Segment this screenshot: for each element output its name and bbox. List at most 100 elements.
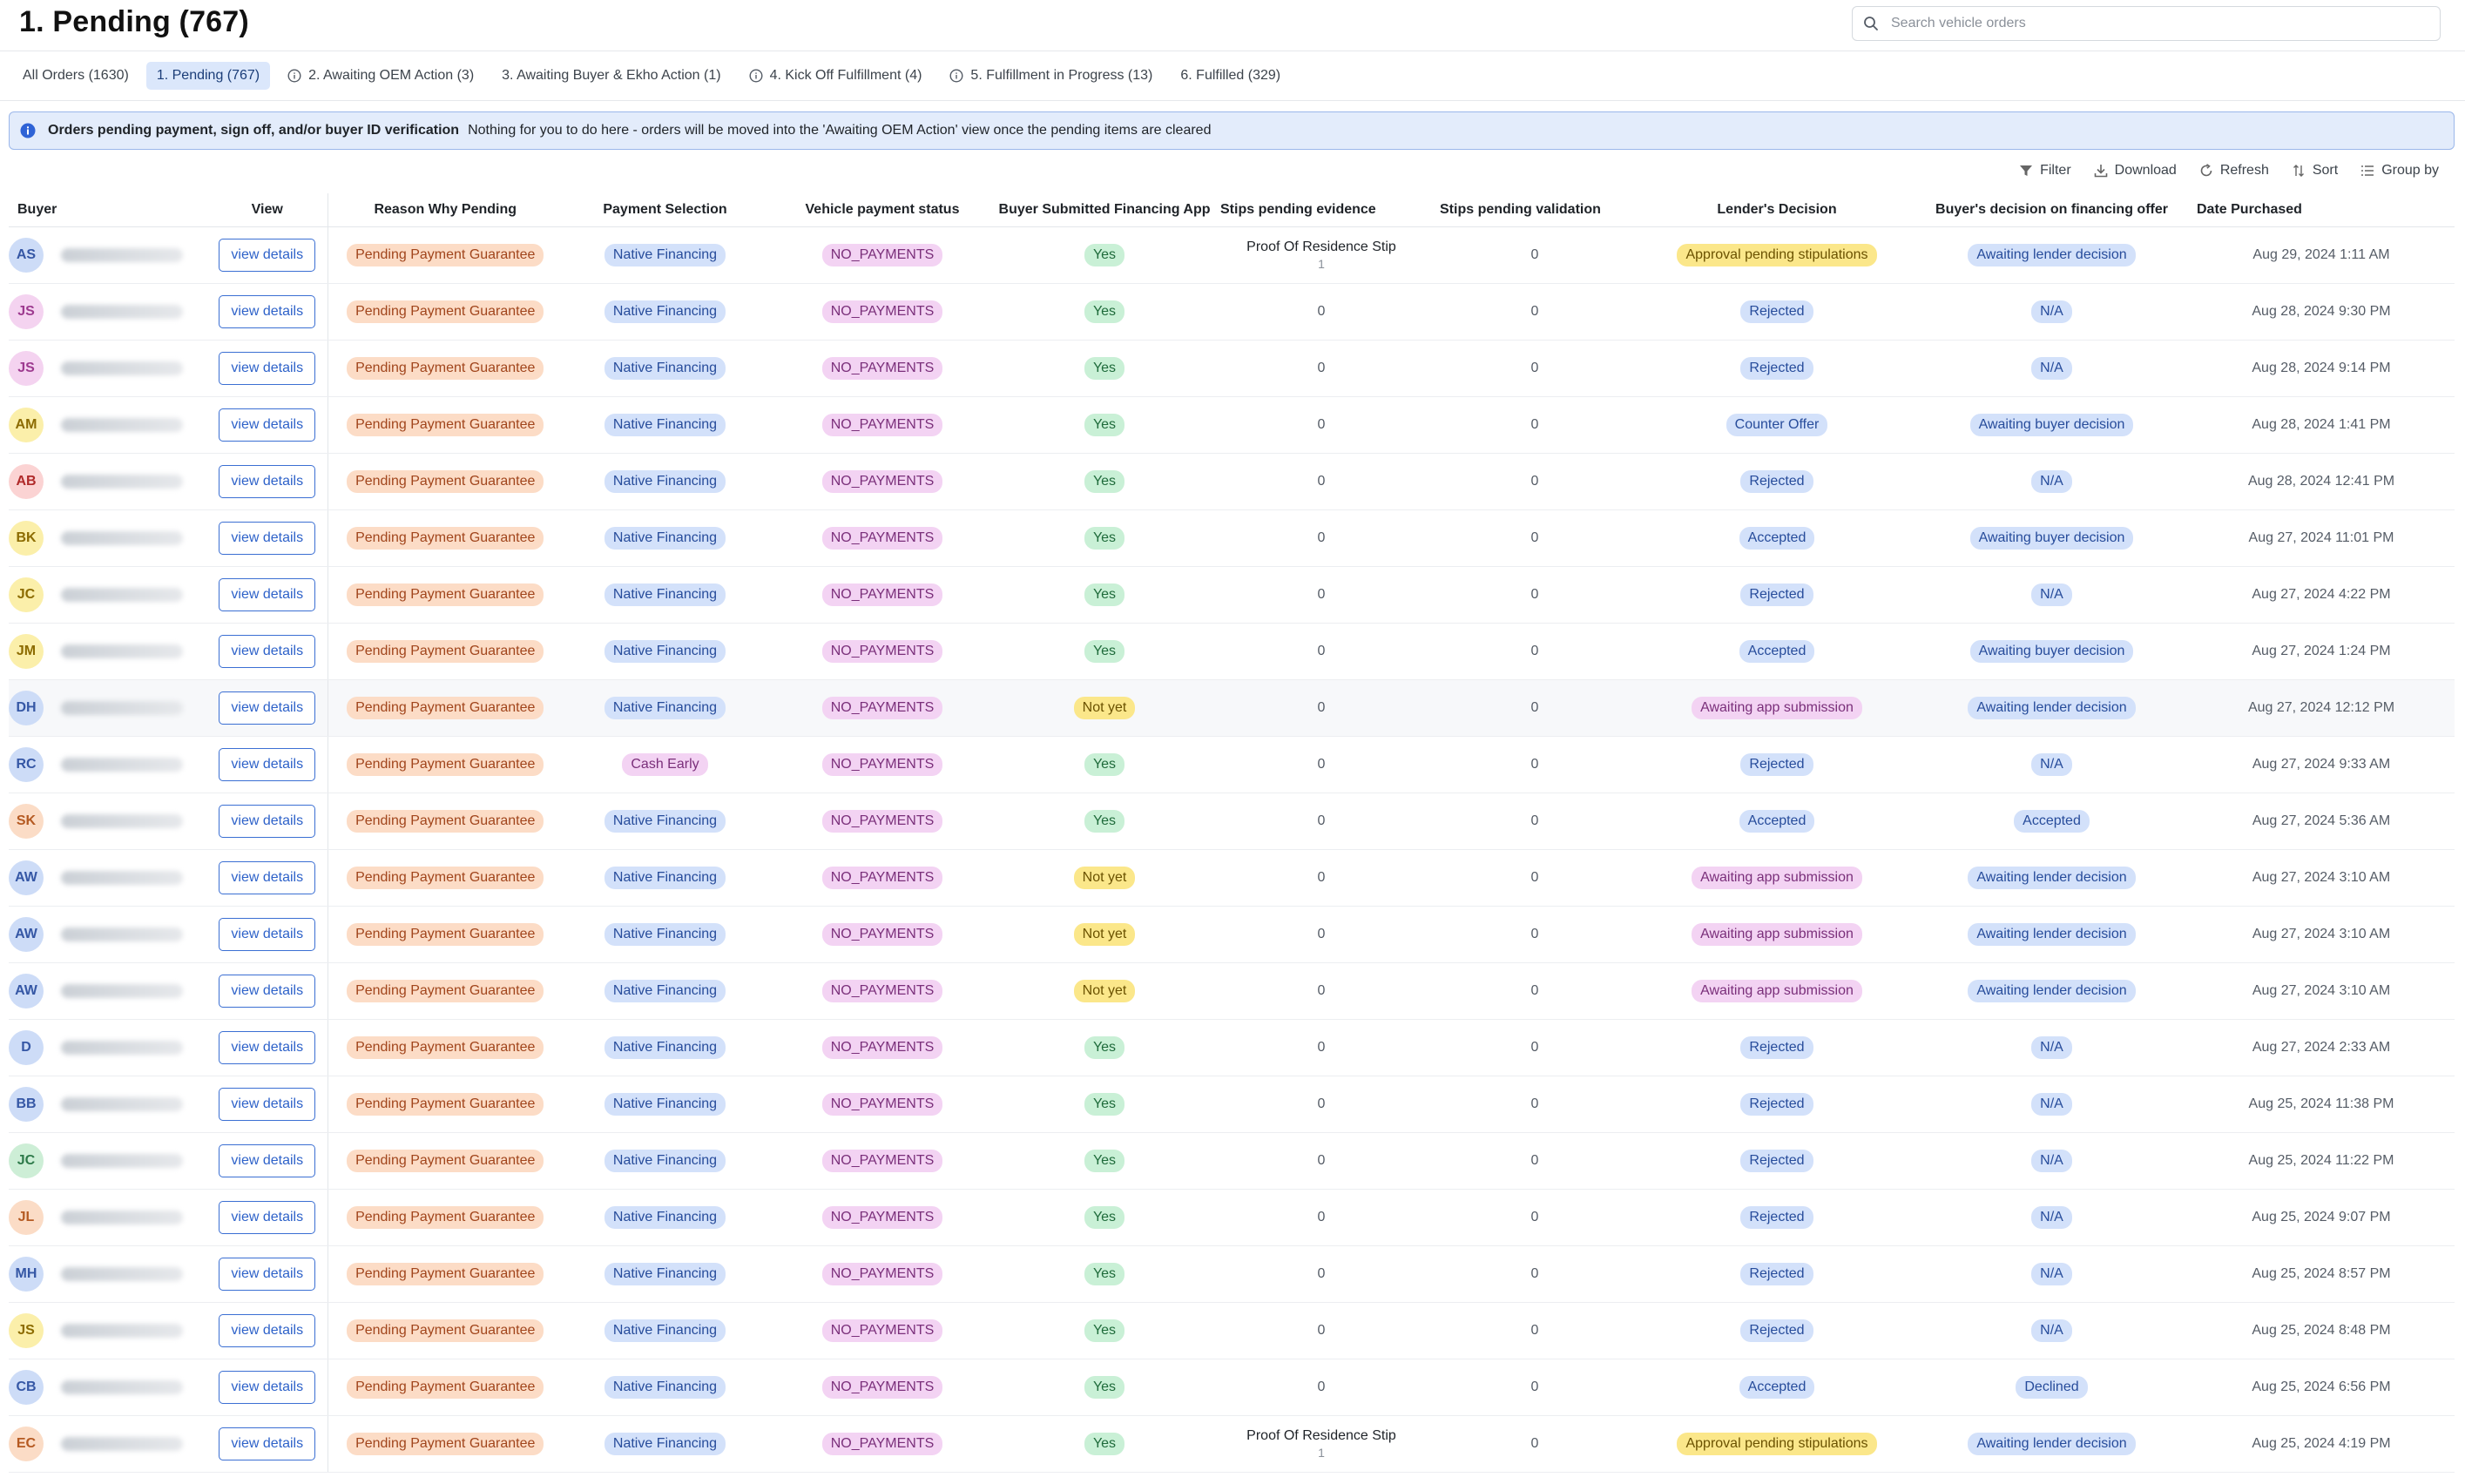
- view-details-button[interactable]: view details: [219, 578, 316, 611]
- view-details-button[interactable]: view details: [219, 691, 316, 725]
- tab-label: All Orders (1630): [23, 68, 129, 83]
- table-row[interactable]: AW view details Pending Payment Guarantee N…: [9, 962, 2455, 1020]
- table-row[interactable]: BB view details Pending Payment Guarantee N…: [9, 1076, 2455, 1133]
- view-cell: view details: [207, 1415, 328, 1473]
- view-details-button[interactable]: view details: [219, 408, 316, 442]
- table-row[interactable]: SK view details Pending Payment Guarantee N…: [9, 793, 2455, 850]
- col-date-purchased[interactable]: Date Purchased: [2188, 193, 2455, 227]
- table-row[interactable]: JS view details Pending Payment Guarantee N…: [9, 340, 2455, 397]
- buyer-cell: JM: [9, 623, 207, 680]
- view-details-button[interactable]: view details: [219, 1314, 316, 1347]
- lender-decision-badge: Awaiting app submission: [1692, 980, 1862, 1002]
- view-details-button[interactable]: view details: [219, 1031, 316, 1064]
- lender-decision-badge: Rejected: [1740, 583, 1813, 606]
- view-details-button[interactable]: view details: [219, 352, 316, 385]
- view-details-button[interactable]: view details: [219, 465, 316, 498]
- view-details-button[interactable]: view details: [219, 1427, 316, 1460]
- col-buyer-decision[interactable]: Buyer's decision on financing offer: [1915, 193, 2188, 227]
- sort-button[interactable]: Sort: [2292, 163, 2338, 179]
- date-purchased: Aug 25, 2024 9:07 PM: [2188, 1189, 2455, 1246]
- avatar: MH: [9, 1257, 44, 1292]
- table-row[interactable]: JM view details Pending Payment Guarantee N…: [9, 623, 2455, 680]
- view-details-button[interactable]: view details: [219, 522, 316, 555]
- tab-6[interactable]: 6. Fulfilled (329): [1170, 62, 1291, 90]
- table-row[interactable]: AS view details Pending Payment Guarantee N…: [9, 226, 2455, 284]
- view-cell: view details: [207, 226, 328, 284]
- payment-cell: Native Financing: [563, 340, 767, 397]
- view-details-button[interactable]: view details: [219, 918, 316, 951]
- buyer-decision-badge: N/A: [2031, 1150, 2072, 1172]
- view-details-button[interactable]: view details: [219, 748, 316, 781]
- buyer-name-redacted: [61, 531, 183, 545]
- col-reason[interactable]: Reason Why Pending: [328, 193, 563, 227]
- tab-1[interactable]: 1. Pending (767): [145, 62, 271, 90]
- avatar: RC: [9, 747, 44, 782]
- reason-badge: Pending Payment Guarantee: [347, 753, 544, 776]
- table-row[interactable]: DH view details Pending Payment Guarantee N…: [9, 679, 2455, 737]
- financing-app-badge: Yes: [1084, 640, 1125, 663]
- tab-2[interactable]: 2. Awaiting OEM Action (3): [277, 62, 484, 90]
- table-row[interactable]: JC view details Pending Payment Guarantee N…: [9, 1132, 2455, 1190]
- view-details-button[interactable]: view details: [219, 975, 316, 1008]
- table-row[interactable]: JS view details Pending Payment Guarantee N…: [9, 1302, 2455, 1359]
- view-details-button[interactable]: view details: [219, 295, 316, 328]
- table-row[interactable]: CB view details Pending Payment Guarantee N…: [9, 1359, 2455, 1416]
- view-details-button[interactable]: view details: [219, 239, 316, 272]
- reason-cell: Pending Payment Guarantee: [328, 226, 563, 284]
- table-row[interactable]: MH view details Pending Payment Guarantee N…: [9, 1245, 2455, 1303]
- tab-0[interactable]: All Orders (1630): [12, 62, 139, 90]
- payment-badge: Cash Early: [622, 753, 708, 776]
- col-lender-decision[interactable]: Lender's Decision: [1638, 193, 1915, 227]
- stips-validation-cell: 0: [1431, 623, 1638, 680]
- filter-button[interactable]: Filter: [2019, 163, 2071, 179]
- col-financing-app[interactable]: Buyer Submitted Financing App: [997, 193, 1212, 227]
- table-row[interactable]: Dview details Pending Payment Guarantee Na…: [9, 1019, 2455, 1076]
- col-stips-validation[interactable]: Stips pending validation: [1431, 193, 1638, 227]
- tab-3[interactable]: 3. Awaiting Buyer & Ekho Action (1): [491, 62, 731, 90]
- col-payment-selection[interactable]: Payment Selection: [563, 193, 767, 227]
- table-row[interactable]: AW view details Pending Payment Guarantee N…: [9, 849, 2455, 907]
- payment-badge: Native Financing: [604, 1093, 726, 1116]
- col-view[interactable]: View: [207, 193, 328, 227]
- view-details-button[interactable]: view details: [219, 1088, 316, 1121]
- refresh-button[interactable]: Refresh: [2199, 163, 2269, 179]
- col-stips-evidence[interactable]: Stips pending evidence: [1212, 193, 1431, 227]
- avatar: EC: [9, 1427, 44, 1461]
- view-details-button[interactable]: view details: [219, 1258, 316, 1291]
- view-details-button[interactable]: view details: [219, 805, 316, 838]
- tab-5[interactable]: 5. Fulfillment in Progress (13): [939, 62, 1163, 90]
- search-input[interactable]: [1889, 15, 2415, 32]
- stips-evidence-cell: 0: [1212, 283, 1431, 341]
- buyer-decision-cell: Awaiting buyer decision: [1915, 623, 2188, 680]
- tab-4[interactable]: 4. Kick Off Fulfillment (4): [739, 62, 933, 90]
- table-row[interactable]: AW view details Pending Payment Guarantee N…: [9, 906, 2455, 963]
- status-cell: NO_PAYMENTS: [767, 623, 997, 680]
- view-details-button[interactable]: view details: [219, 635, 316, 668]
- payment-cell: Native Financing: [563, 566, 767, 624]
- view-details-button[interactable]: view details: [219, 1371, 316, 1404]
- view-details-button[interactable]: view details: [219, 861, 316, 894]
- table-row[interactable]: AM view details Pending Payment Guarantee N…: [9, 396, 2455, 454]
- payment-badge: Native Financing: [604, 1433, 726, 1455]
- table-row[interactable]: JS view details Pending Payment Guarantee N…: [9, 283, 2455, 341]
- table-row[interactable]: RC view details Pending Payment Guarantee C…: [9, 736, 2455, 793]
- table-row[interactable]: BK view details Pending Payment Guarantee N…: [9, 509, 2455, 567]
- group-by-button[interactable]: Group by: [2360, 163, 2439, 179]
- view-details-button[interactable]: view details: [219, 1144, 316, 1177]
- payment-status-badge: NO_PAYMENTS: [821, 980, 943, 1002]
- search-box[interactable]: [1852, 6, 2441, 41]
- payment-status-badge: NO_PAYMENTS: [821, 1319, 943, 1342]
- table-row[interactable]: JC view details Pending Payment Guarantee N…: [9, 566, 2455, 624]
- col-buyer[interactable]: Buyer: [9, 193, 207, 227]
- buyer-cell: D: [9, 1019, 207, 1076]
- table-row[interactable]: JL view details Pending Payment Guarantee N…: [9, 1189, 2455, 1246]
- table-row[interactable]: AB view details Pending Payment Guarantee N…: [9, 453, 2455, 510]
- view-details-button[interactable]: view details: [219, 1201, 316, 1234]
- lender-decision-cell: Awaiting app submission: [1638, 962, 1915, 1020]
- buyer-cell: AS: [9, 226, 207, 284]
- table-body: AS view details Pending Payment Guarantee N…: [9, 226, 2455, 1473]
- buyer-name-redacted: [61, 984, 183, 998]
- col-vehicle-payment-status[interactable]: Vehicle payment status: [767, 193, 997, 227]
- table-row[interactable]: EC view details Pending Payment Guarantee N…: [9, 1415, 2455, 1473]
- download-button[interactable]: Download: [2094, 163, 2177, 179]
